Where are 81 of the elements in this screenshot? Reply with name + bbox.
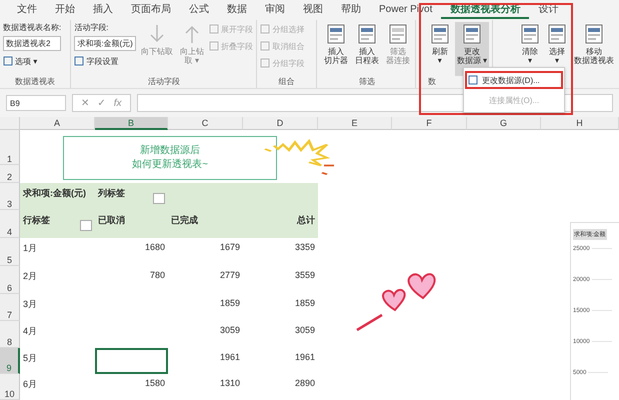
- value-cell: 780: [150, 270, 165, 280]
- column-header[interactable]: H: [541, 117, 619, 130]
- row-header[interactable]: 5: [0, 238, 20, 266]
- value-cell: 1961: [294, 352, 315, 362]
- value-cell: 3359: [294, 242, 315, 252]
- ribbon-tab[interactable]: 帮助: [332, 1, 370, 19]
- column-header-text: 已取消: [98, 214, 125, 227]
- row-label: 行标签: [23, 214, 50, 227]
- ribbon-tab[interactable]: 数据: [218, 1, 256, 19]
- row-header[interactable]: 1: [0, 130, 20, 165]
- value-cell: 1310: [220, 378, 240, 388]
- field-icon: [260, 41, 270, 51]
- field-icon: [260, 58, 270, 68]
- group-label: 筛选: [358, 77, 375, 86]
- row-header[interactable]: 4: [0, 210, 20, 238]
- value-cell: 1961: [220, 352, 240, 362]
- value-cell: 3059: [294, 325, 315, 335]
- filter-button[interactable]: [153, 193, 165, 204]
- ribbon-tab[interactable]: 开始: [46, 1, 84, 19]
- group-label: 数: [428, 77, 436, 86]
- field-icon: [260, 24, 270, 34]
- field-icon: [208, 41, 219, 51]
- table-icon: [3, 56, 13, 66]
- value-cell: 2890: [294, 378, 315, 388]
- column-header-text: 已完成: [171, 214, 198, 227]
- row-header[interactable]: 8: [0, 321, 20, 348]
- ribbon-tab[interactable]: 页面布局: [122, 1, 180, 19]
- ribbon-button[interactable]: 移动 数据透视表: [572, 22, 616, 76]
- column-header[interactable]: G: [467, 117, 541, 130]
- ribbon-tab[interactable]: 审阅: [256, 1, 294, 19]
- field-settings-button[interactable]: 字段设置: [74, 54, 136, 68]
- row-header[interactable]: 2: [0, 165, 20, 183]
- value-cell: 3559: [294, 270, 315, 280]
- value-cell: 1679: [220, 242, 240, 252]
- month-cell: 3月: [23, 298, 38, 311]
- row-header[interactable]: 10: [0, 374, 20, 400]
- pivot-name-field[interactable]: 数据透视表2: [3, 36, 62, 51]
- settings-icon: [74, 56, 84, 66]
- value-cell: 2779: [220, 270, 240, 280]
- row-header[interactable]: 7: [0, 294, 20, 321]
- row-header[interactable]: 6: [0, 266, 20, 294]
- column-label: 列标签: [98, 187, 125, 200]
- ribbon-tab[interactable]: 文件: [8, 1, 46, 19]
- value-cell: 1859: [294, 298, 315, 308]
- month-cell: 2月: [23, 270, 38, 283]
- ribbon-tab[interactable]: 插入: [84, 1, 122, 19]
- pivot-title: 求和项:金额(元): [23, 187, 86, 200]
- filter-button[interactable]: [80, 220, 92, 231]
- column-header-text: 总计: [297, 214, 315, 227]
- value-cell: 1580: [144, 378, 165, 388]
- selected-cell[interactable]: [95, 348, 168, 374]
- value-cell: 1859: [220, 298, 240, 308]
- options-button[interactable]: 选项 ▾: [3, 54, 62, 68]
- group-label: 活动字段: [148, 77, 180, 86]
- column-header[interactable]: F: [392, 117, 467, 130]
- month-cell: 6月: [23, 378, 38, 391]
- value-cell: 3059: [220, 325, 240, 335]
- group-label: 数据透视表: [15, 77, 56, 86]
- month-cell: 5月: [23, 352, 38, 365]
- field-icon: [208, 24, 219, 34]
- column-header[interactable]: A: [20, 117, 95, 130]
- field-label: 活动字段:: [74, 22, 110, 33]
- ribbon-tab[interactable]: 公式: [180, 1, 218, 19]
- active-field-input[interactable]: 求和项:金额(元): [74, 36, 136, 51]
- value-cell: 1680: [144, 242, 165, 252]
- month-cell: 1月: [23, 242, 38, 255]
- column-header[interactable]: E: [318, 117, 392, 130]
- select-all-corner[interactable]: [0, 117, 20, 130]
- column-header[interactable]: B: [95, 117, 168, 130]
- name-box[interactable]: B9: [6, 95, 66, 111]
- ribbon-button[interactable]: 插入 切片器: [322, 22, 350, 76]
- ribbon-tab[interactable]: 视图: [294, 1, 332, 19]
- group-label: 组合: [278, 77, 295, 86]
- row-header[interactable]: 3: [0, 183, 20, 210]
- month-cell: 4月: [23, 325, 38, 338]
- field-label: 数据透视表名称:: [3, 22, 62, 33]
- ribbon-button[interactable]: 刷新 ▾: [428, 22, 452, 76]
- column-header[interactable]: C: [168, 117, 243, 130]
- column-header[interactable]: D: [243, 117, 318, 130]
- ribbon-button[interactable]: 插入 日程表: [352, 22, 381, 76]
- row-header[interactable]: 9: [0, 348, 20, 374]
